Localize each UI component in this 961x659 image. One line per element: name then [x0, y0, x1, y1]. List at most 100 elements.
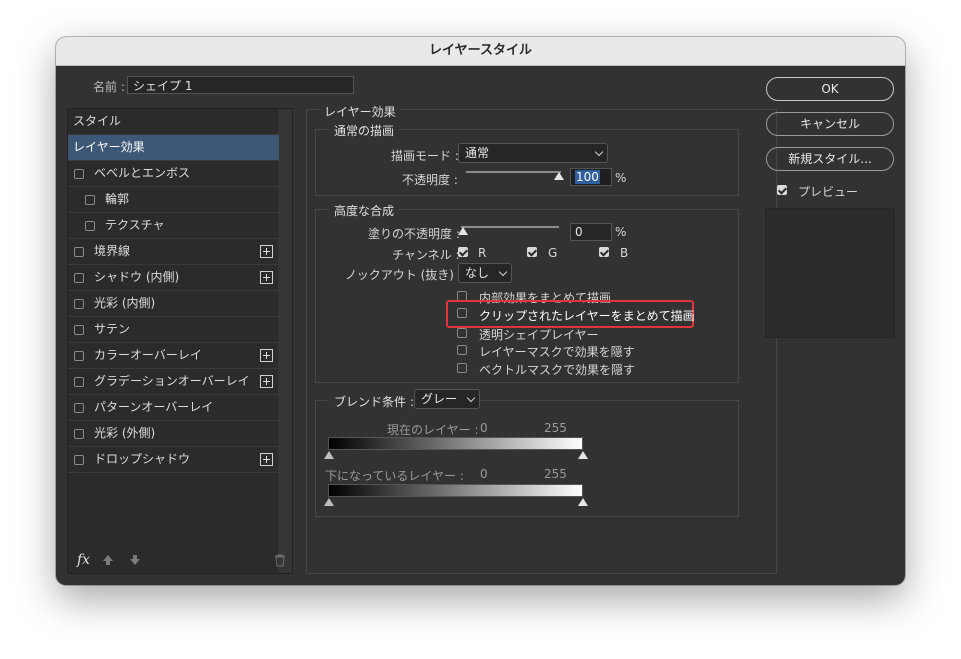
color-overlay-checkbox[interactable]	[74, 351, 84, 361]
style-item-layer-effects[interactable]: レイヤー効果	[68, 135, 279, 161]
new-style-button[interactable]: 新規スタイル...	[766, 147, 894, 171]
chevron-down-icon	[498, 267, 508, 277]
style-item-color-overlay[interactable]: カラーオーバーレイ	[68, 343, 279, 369]
style-item-drop-shadow[interactable]: ドロップシャドウ	[68, 447, 279, 473]
opacity-label: 不透明度 :	[402, 173, 458, 187]
opacity-unit: %	[615, 171, 627, 185]
add-inner-shadow-plus-icon[interactable]	[260, 271, 273, 284]
blend-if-group	[315, 400, 739, 517]
channel-r-label: R	[478, 246, 487, 260]
add-color-overlay-plus-icon[interactable]	[260, 349, 273, 362]
fill-opacity-label: 塗りの不透明度 :	[368, 227, 460, 241]
style-item-satin[interactable]: サテン	[68, 317, 279, 343]
vector-mask-hides-checkbox[interactable]	[457, 363, 467, 373]
style-item-label: サテン	[94, 322, 131, 336]
texture-checkbox[interactable]	[85, 221, 95, 231]
this-layer-white-slider[interactable]	[578, 451, 588, 459]
styles-header[interactable]: スタイル	[68, 109, 279, 135]
knockout-label: ノックアウト (抜き) :	[345, 268, 462, 282]
opacity-input[interactable]: 100	[570, 168, 612, 186]
bevel-checkbox[interactable]	[74, 169, 84, 179]
underlying-layer-white-slider[interactable]	[578, 498, 588, 506]
layer-effects-title: レイヤー効果	[319, 103, 401, 120]
channel-b-checkbox[interactable]	[599, 247, 609, 257]
blend-mode-label: 描画モード :	[391, 149, 459, 163]
move-down-icon[interactable]	[129, 554, 141, 566]
style-item-outer-glow[interactable]: 光彩 (外側)	[68, 421, 279, 447]
layer-mask-hides-checkbox[interactable]	[457, 345, 467, 355]
style-item-bevel-emboss[interactable]: ベベルとエンボス	[68, 161, 279, 187]
transparency-shapes-checkbox[interactable]	[457, 328, 467, 338]
contour-checkbox[interactable]	[85, 195, 95, 205]
this-layer-gradient	[328, 437, 583, 450]
underlying-layer-gradient	[328, 484, 583, 497]
style-item-gradient-overlay[interactable]: グラデーションオーバーレイ	[68, 369, 279, 395]
style-item-inner-glow[interactable]: 光彩 (内側)	[68, 291, 279, 317]
style-item-label: 輪郭	[105, 192, 130, 206]
knockout-select[interactable]: なし	[458, 263, 512, 283]
ok-button[interactable]: OK	[766, 77, 894, 101]
chevron-down-icon	[594, 147, 604, 157]
dialog-title: レイヤースタイル	[56, 37, 905, 66]
fill-opacity-slider-track[interactable]	[461, 226, 559, 228]
vector-mask-hides-label: ベクトルマスクで効果を隠す	[479, 363, 636, 377]
move-up-icon[interactable]	[102, 554, 114, 566]
style-item-label: テクスチャ	[105, 218, 165, 232]
style-item-label: グラデーションオーバーレイ	[94, 374, 250, 388]
channel-g-checkbox[interactable]	[527, 247, 537, 257]
knockout-value: なし	[465, 266, 490, 280]
underlying-layer-label: 下になっているレイヤー :	[325, 469, 464, 483]
style-item-inner-shadow[interactable]: シャドウ (内側)	[68, 265, 279, 291]
channels-label: チャンネル :	[392, 248, 460, 262]
add-stroke-plus-icon[interactable]	[260, 245, 273, 258]
normal-blending-title: 通常の描画	[329, 122, 400, 139]
blend-clipped-layers-checkbox[interactable]	[457, 308, 467, 318]
this-layer-label: 現在のレイヤー :	[387, 423, 479, 437]
underlying-layer-max: 255	[544, 467, 567, 481]
name-input[interactable]: シェイプ 1	[127, 76, 354, 94]
this-layer-min: 0	[480, 421, 488, 435]
fx-icon[interactable]: fx	[77, 552, 90, 568]
advanced-blending-title: 高度な合成	[329, 202, 400, 219]
blend-if-title: ブレンド条件 :	[329, 393, 419, 410]
channel-r-checkbox[interactable]	[458, 247, 468, 257]
opacity-slider-thumb[interactable]	[554, 172, 564, 180]
style-item-label: 境界線	[94, 244, 131, 258]
inner-glow-checkbox[interactable]	[74, 299, 84, 309]
blend-clipped-layers-label: クリップされたレイヤーをまとめて描画	[479, 309, 695, 323]
fill-opacity-slider-thumb[interactable]	[458, 227, 468, 235]
style-item-label: ベベルとエンボス	[94, 166, 191, 180]
stroke-checkbox[interactable]	[74, 247, 84, 257]
blend-mode-value: 通常	[465, 146, 490, 160]
pattern-overlay-checkbox[interactable]	[74, 403, 84, 413]
satin-checkbox[interactable]	[74, 325, 84, 335]
style-item-label: シャドウ (内側)	[94, 270, 180, 284]
styles-list: スタイル レイヤー効果 ベベルとエンボス 輪郭 テクスチャ 境界線 シャドウ (…	[67, 108, 293, 574]
add-gradient-overlay-plus-icon[interactable]	[260, 375, 273, 388]
style-item-label: 光彩 (内側)	[94, 296, 156, 310]
cancel-button[interactable]: キャンセル	[766, 112, 894, 136]
add-drop-shadow-plus-icon[interactable]	[260, 453, 273, 466]
preview-label: プレビュー	[798, 185, 859, 199]
style-item-label: パターンオーバーレイ	[94, 400, 214, 414]
inner-shadow-checkbox[interactable]	[74, 273, 84, 283]
blend-mode-select[interactable]: 通常	[458, 143, 608, 163]
style-item-pattern-overlay[interactable]: パターンオーバーレイ	[68, 395, 279, 421]
fill-opacity-unit: %	[615, 225, 627, 239]
opacity-slider-track[interactable]	[466, 171, 561, 173]
drop-shadow-checkbox[interactable]	[74, 455, 84, 465]
styles-scrollbar[interactable]	[277, 109, 292, 573]
gradient-overlay-checkbox[interactable]	[74, 377, 84, 387]
underlying-layer-black-slider[interactable]	[324, 498, 334, 506]
style-item-texture[interactable]: テクスチャ	[68, 213, 279, 239]
fill-opacity-input[interactable]: 0	[570, 223, 612, 241]
trash-icon[interactable]	[274, 554, 286, 567]
style-item-contour[interactable]: 輪郭	[68, 187, 279, 213]
this-layer-black-slider[interactable]	[324, 451, 334, 459]
style-item-stroke[interactable]: 境界線	[68, 239, 279, 265]
outer-glow-checkbox[interactable]	[74, 429, 84, 439]
channel-b-label: B	[620, 246, 629, 260]
preview-swatch	[765, 208, 895, 338]
blend-if-select[interactable]: グレー	[414, 389, 480, 409]
preview-checkbox[interactable]	[777, 185, 787, 195]
